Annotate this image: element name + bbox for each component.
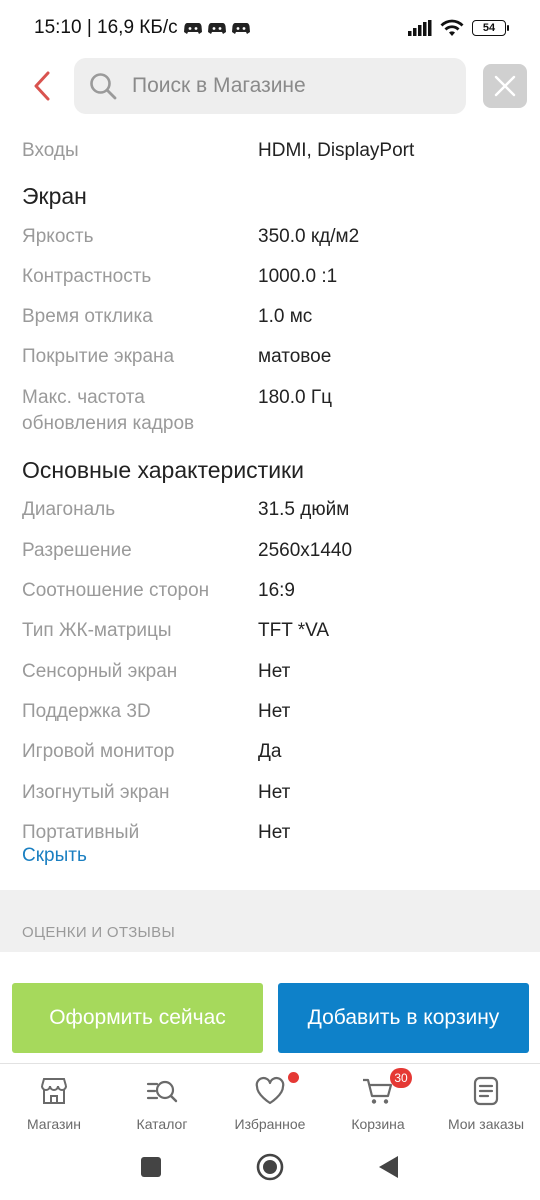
nav-item-store[interactable]: Магазин: [0, 1064, 108, 1144]
spec-label: Время отклика: [22, 306, 153, 327]
spec-label: Яркость: [22, 226, 94, 247]
spec-value: TFT *VA: [258, 620, 330, 641]
section-title-screen: Экран: [22, 183, 87, 209]
spec-label: Диагональ: [22, 499, 116, 520]
nav-label: Мои заказы: [447, 1116, 525, 1132]
search-icon: [90, 73, 117, 100]
spec-value: 16:9: [258, 580, 295, 601]
signal-icon: [408, 20, 432, 36]
close-icon: [494, 75, 516, 97]
back-button[interactable]: [22, 66, 62, 106]
spec-value: Нет: [258, 661, 291, 682]
spec-value: 2560x1440: [258, 540, 353, 561]
nav-item-favorites[interactable]: Избранное: [216, 1064, 324, 1144]
nav-item-cart[interactable]: 30 Корзина: [324, 1064, 432, 1144]
discord-icon: [231, 22, 250, 34]
spec-label: Покрытие экрана: [22, 346, 175, 367]
nav-item-catalog[interactable]: Каталог: [108, 1064, 216, 1144]
add-to-cart-button[interactable]: Добавить в корзину: [278, 983, 529, 1053]
nav-label: Избранное: [234, 1116, 306, 1132]
search-box[interactable]: [74, 58, 466, 114]
store-icon: [41, 1078, 67, 1104]
search-input[interactable]: [132, 74, 432, 98]
spec-label: Сенсорный экран: [22, 661, 178, 682]
spec-label: Макс. частота обновления кадров: [22, 387, 195, 434]
spec-value: Да: [258, 741, 282, 762]
wifi-icon: [440, 19, 464, 36]
spec-value: 1.0 мс: [258, 306, 313, 327]
spec-value: 1000.0 :1: [258, 266, 338, 287]
spec-value: 31.5 дюйм: [258, 499, 350, 520]
spec-label: Портативный: [22, 822, 140, 843]
recent-apps-button[interactable]: [141, 1157, 161, 1177]
back-triangle-button[interactable]: [376, 1154, 400, 1180]
spec-value: HDMI, DisplayPort: [258, 140, 415, 161]
discord-icon: [207, 22, 226, 34]
status-left: 15:10 | 16,9 КБ/с: [34, 17, 250, 39]
spec-label: Входы: [22, 140, 79, 161]
discord-icon: [183, 22, 202, 34]
home-button[interactable]: [256, 1153, 284, 1181]
battery-indicator: 54: [472, 20, 509, 36]
status-time: 15:10 | 16,9 КБ/с: [34, 17, 178, 38]
catalog-search-icon: [146, 1080, 178, 1103]
orders-icon: [473, 1076, 499, 1106]
close-button[interactable]: [483, 64, 527, 108]
spec-label: Разрешение: [22, 540, 132, 561]
reviews-section-label: ОЦЕНКИ И ОТЗЫВЫ: [22, 924, 176, 941]
cart-count-badge: 30: [390, 1068, 412, 1088]
status-right: 54: [408, 19, 509, 37]
heart-icon: [255, 1076, 285, 1105]
nav-label: Корзина: [351, 1116, 405, 1132]
header: [0, 58, 540, 114]
chevron-left-icon: [34, 71, 50, 101]
spec-value: матовое: [258, 346, 332, 367]
spec-value: Нет: [258, 701, 291, 722]
spec-label: Тип ЖК-матрицы: [22, 620, 172, 641]
notification-dot: [288, 1072, 299, 1083]
checkout-button[interactable]: Оформить сейчас: [12, 983, 263, 1053]
spec-label: Изогнутый экран: [22, 782, 170, 803]
spec-value: 180.0 Гц: [258, 387, 332, 408]
spec-label: Игровой монитор: [22, 741, 175, 762]
spec-value: 350.0 кд/м2: [258, 226, 360, 247]
bottom-nav: Магазин Каталог Избранное 30 Корзина Мои…: [0, 1063, 540, 1143]
spec-value: Нет: [258, 782, 291, 803]
hide-link[interactable]: Скрыть: [22, 845, 87, 867]
spec-label: Контрастность: [22, 266, 152, 287]
spec-label: Соотношение сторон: [22, 580, 210, 601]
battery-level: 54: [482, 22, 496, 34]
reviews-section: ОЦЕНКИ И ОТЗЫВЫ: [0, 890, 540, 952]
system-nav-bar: [0, 1143, 540, 1200]
nav-label: Магазин: [26, 1116, 81, 1132]
section-title-main: Основные характеристики: [22, 457, 304, 483]
nav-label: Каталог: [136, 1116, 188, 1132]
nav-item-orders[interactable]: Мои заказы: [432, 1064, 540, 1144]
spec-label: Поддержка 3D: [22, 701, 151, 722]
spec-value: Нет: [258, 822, 291, 843]
status-bar: 15:10 | 16,9 КБ/с 54: [0, 0, 540, 56]
